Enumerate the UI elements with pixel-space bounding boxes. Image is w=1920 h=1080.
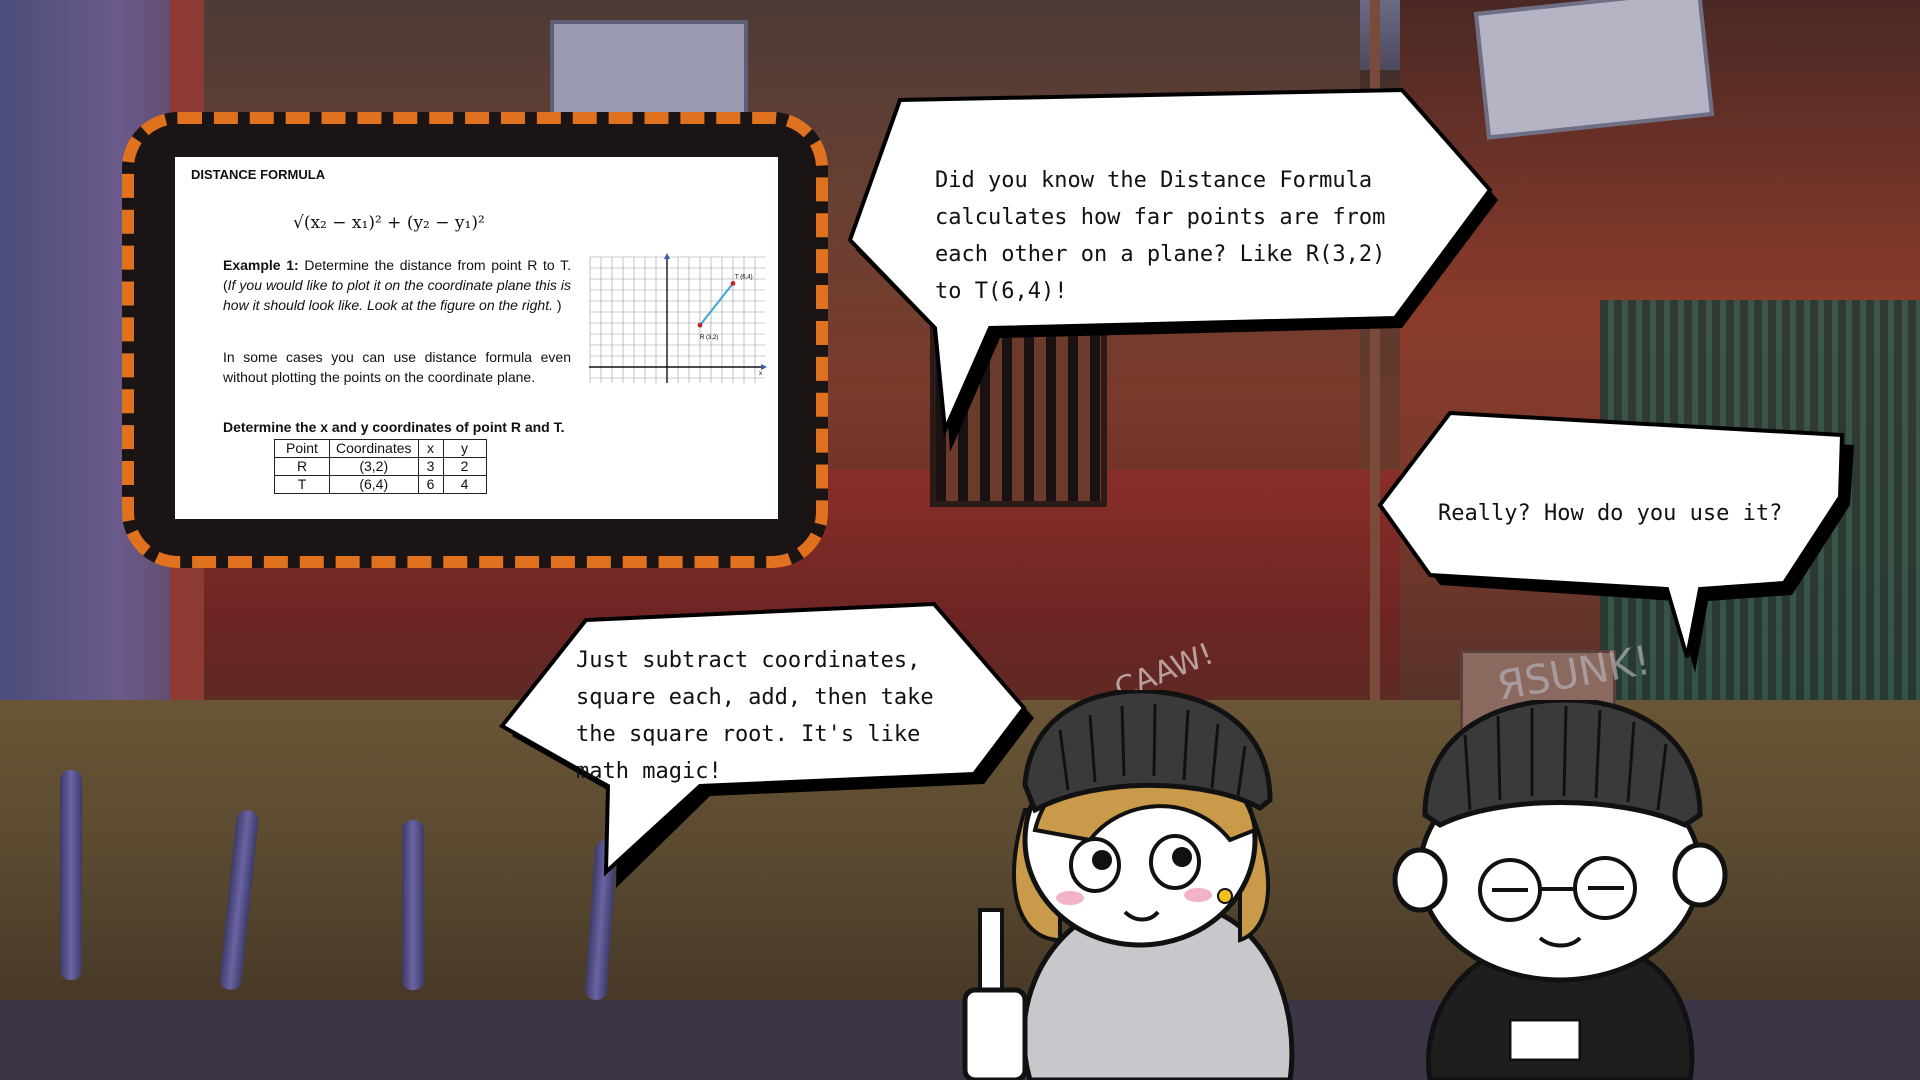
speech-bubble-top: Did you know the Distance Formula calcul… xyxy=(847,87,1510,452)
worksheet: DISTANCE FORMULA √(x₂ − x₁)² + (y₂ − y₁)… xyxy=(175,157,778,519)
example-label: Example 1: xyxy=(223,257,299,273)
table-header: Point xyxy=(274,439,330,458)
distance-formula: √(x₂ − x₁)² + (y₂ − y₁)² xyxy=(293,213,485,233)
bubble-top-text: Did you know the Distance Formula calcul… xyxy=(935,168,1386,304)
x-axis-label: x xyxy=(759,371,762,377)
table-row: T (6,4) 6 4 xyxy=(274,475,487,494)
point-r xyxy=(697,322,703,328)
bubble-right-text: Really? How do you use it? xyxy=(1438,501,1783,526)
boy-character xyxy=(1392,700,1728,1080)
point-r-label: R (3,2) xyxy=(700,335,718,341)
point-t xyxy=(730,281,736,286)
table-header: y xyxy=(442,439,487,458)
example-text: Example 1: Determine the distance from p… xyxy=(223,257,571,313)
case-text: In some cases you can use distance formu… xyxy=(223,349,571,385)
coordinates-table: Point Coordinates x y R (3,2) 3 2 T (6,4… xyxy=(274,439,487,494)
coordinate-grid: x T (6,4) R (3,2) xyxy=(589,253,767,383)
table-row: R (3,2) 3 2 xyxy=(274,457,487,476)
determine-text: Determine the x and y coordinates of poi… xyxy=(223,419,565,435)
table-header: x xyxy=(417,439,444,458)
worksheet-title: DISTANCE FORMULA xyxy=(191,167,326,182)
point-t-label: T (6,4) xyxy=(735,274,753,280)
speech-bubble-right: Really? How do you use it? xyxy=(1377,405,1860,675)
bubble-bottom-text: Just subtract coordinates, square each, … xyxy=(576,648,934,784)
girl-character xyxy=(962,690,1295,1080)
table-header: Coordinates xyxy=(329,439,419,458)
table-header-row: Point Coordinates x y xyxy=(274,439,487,458)
